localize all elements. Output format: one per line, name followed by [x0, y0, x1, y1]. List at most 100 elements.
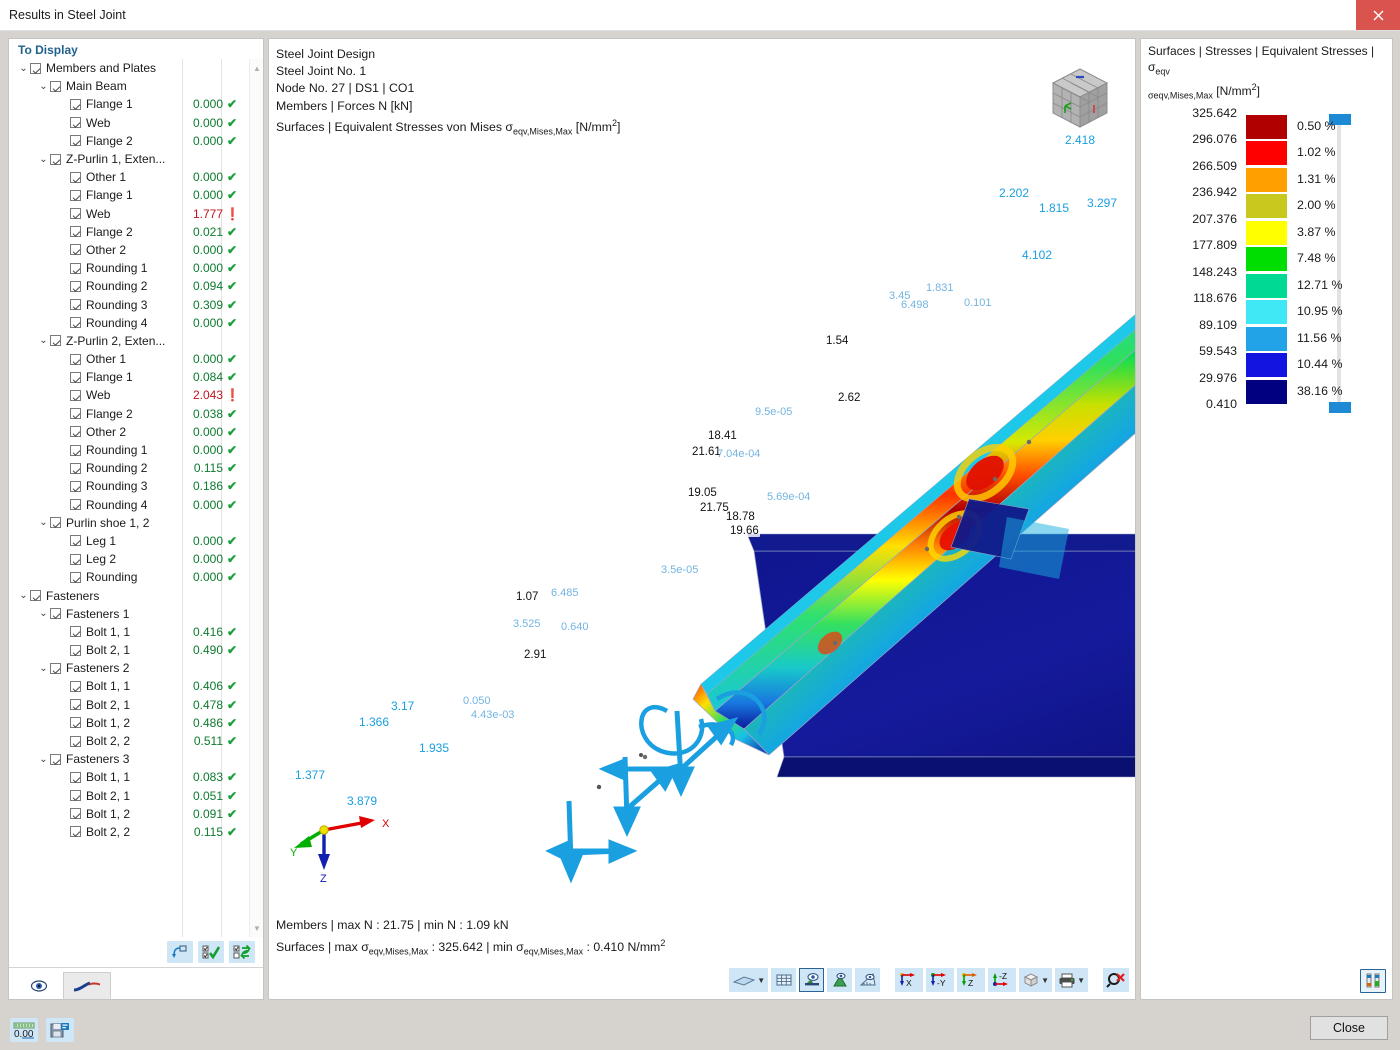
tree-checkbox[interactable]: [70, 808, 81, 820]
decimal-places-button[interactable]: 0.00: [10, 1018, 38, 1042]
tree-checkbox[interactable]: [70, 226, 81, 238]
select-all-button[interactable]: [198, 941, 224, 963]
tab-visibility[interactable]: [15, 972, 63, 999]
print-button[interactable]: ▼: [1055, 968, 1088, 992]
tree-row[interactable]: Rounding 2 0.094 ✔: [9, 277, 249, 295]
tree-checkbox[interactable]: [50, 517, 61, 529]
tree-checkbox[interactable]: [70, 571, 81, 583]
view-results-button[interactable]: [799, 968, 825, 992]
legend-color-swatch[interactable]: [1245, 299, 1288, 326]
tree-checkbox[interactable]: [50, 753, 61, 765]
legend-color-swatch[interactable]: [1245, 352, 1288, 379]
tree-checkbox[interactable]: [50, 608, 61, 620]
tree-checkbox[interactable]: [70, 353, 81, 365]
tree-row[interactable]: Web 0.000 ✔: [9, 114, 249, 132]
view-y-button[interactable]: -Y: [926, 968, 955, 992]
tree-row[interactable]: Flange 2 0.038 ✔: [9, 405, 249, 423]
tree-row[interactable]: ⌄ Fasteners 3: [9, 750, 249, 768]
tree-row[interactable]: ⌄ Purlin shoe 1, 2: [9, 514, 249, 532]
tree-row[interactable]: ⌄ Fasteners: [9, 586, 249, 604]
tree-row[interactable]: Other 2 0.000 ✔: [9, 241, 249, 259]
chevron-down-icon[interactable]: ⌄: [17, 590, 30, 601]
tree-checkbox[interactable]: [30, 62, 41, 74]
tree-row[interactable]: Leg 2 0.000 ✔: [9, 550, 249, 568]
tree-checkbox[interactable]: [50, 335, 61, 347]
tree-row[interactable]: Flange 1 0.000 ✔: [9, 95, 249, 113]
tree-checkbox[interactable]: [70, 626, 81, 638]
tree-checkbox[interactable]: [50, 153, 61, 165]
tree-row[interactable]: Bolt 1, 1 0.416 ✔: [9, 623, 249, 641]
grid-button[interactable]: [771, 968, 797, 992]
tree-checkbox[interactable]: [70, 135, 81, 147]
tree-checkbox[interactable]: [70, 535, 81, 547]
tree-row[interactable]: ⌄ Main Beam: [9, 77, 249, 95]
invert-selection-button[interactable]: [229, 941, 255, 963]
view-x-button[interactable]: X: [895, 968, 924, 992]
lighting-button[interactable]: [827, 968, 853, 992]
save-results-button[interactable]: [46, 1018, 74, 1042]
tree-checkbox[interactable]: [70, 299, 81, 311]
chevron-down-icon[interactable]: ⌄: [37, 754, 50, 765]
tree-checkbox[interactable]: [70, 244, 81, 256]
tree-row[interactable]: ⌄ Z-Purlin 1, Exten...: [9, 150, 249, 168]
tree-row[interactable]: Other 2 0.000 ✔: [9, 423, 249, 441]
tree-checkbox[interactable]: [70, 644, 81, 656]
view-navigation-cube[interactable]: [1043, 61, 1117, 135]
tree-checkbox[interactable]: [50, 80, 61, 92]
tree-row[interactable]: Rounding 1 0.000 ✔: [9, 259, 249, 277]
tree-checkbox[interactable]: [70, 189, 81, 201]
tree-checkbox[interactable]: [70, 480, 81, 492]
tree-checkbox[interactable]: [70, 553, 81, 565]
tree-row[interactable]: Bolt 1, 1 0.083 ✔: [9, 768, 249, 786]
tree-checkbox[interactable]: [70, 117, 81, 129]
tree-checkbox[interactable]: [70, 462, 81, 474]
tree-row[interactable]: Flange 2 0.021 ✔: [9, 223, 249, 241]
render-mode-button[interactable]: ▼: [729, 968, 769, 992]
tree-checkbox[interactable]: [70, 771, 81, 783]
chevron-down-icon[interactable]: ⌄: [37, 663, 50, 674]
tree-checkbox[interactable]: [70, 262, 81, 274]
tree-row[interactable]: Bolt 1, 2 0.486 ✔: [9, 714, 249, 732]
tree-row[interactable]: Bolt 1, 1 0.406 ✔: [9, 677, 249, 695]
tree-row[interactable]: Rounding 2 0.115 ✔: [9, 459, 249, 477]
tree-row[interactable]: Bolt 2, 2 0.115 ✔: [9, 823, 249, 841]
tree-row[interactable]: Bolt 2, 1 0.478 ✔: [9, 696, 249, 714]
tree-row[interactable]: Leg 1 0.000 ✔: [9, 532, 249, 550]
tree-checkbox[interactable]: [70, 426, 81, 438]
tree-row[interactable]: Rounding 3 0.309 ✔: [9, 295, 249, 313]
tree-checkbox[interactable]: [70, 717, 81, 729]
tab-result-diagram[interactable]: [63, 972, 111, 999]
view-z-button[interactable]: Z: [957, 968, 986, 992]
tree-row[interactable]: ⌄ Members and Plates: [9, 59, 249, 77]
tree-row[interactable]: Rounding 3 0.186 ✔: [9, 477, 249, 495]
chevron-down-icon[interactable]: ⌄: [37, 81, 50, 92]
tree-row[interactable]: Rounding 0.000 ✔: [9, 568, 249, 586]
tree-row[interactable]: Other 1 0.000 ✔: [9, 350, 249, 368]
legend-color-swatch[interactable]: [1245, 140, 1288, 167]
tree-row[interactable]: Flange 2 0.000 ✔: [9, 132, 249, 150]
legend-settings-button[interactable]: [1360, 969, 1386, 993]
tree-checkbox[interactable]: [70, 680, 81, 692]
tree-row[interactable]: Bolt 2, 2 0.511 ✔: [9, 732, 249, 750]
chevron-down-icon[interactable]: ⌄: [37, 608, 50, 619]
legend-color-swatch[interactable]: [1245, 246, 1288, 273]
legend-color-swatch[interactable]: [1245, 166, 1288, 193]
legend-color-swatch[interactable]: [1245, 113, 1288, 140]
legend-color-swatch[interactable]: [1245, 378, 1288, 405]
tree-checkbox[interactable]: [70, 790, 81, 802]
view-zz-button[interactable]: -Z: [988, 968, 1017, 992]
tree-checkbox[interactable]: [70, 699, 81, 711]
tree-checkbox[interactable]: [70, 735, 81, 747]
tree-row[interactable]: ⌄ Fasteners 2: [9, 659, 249, 677]
tree-row[interactable]: Flange 1 0.000 ✔: [9, 186, 249, 204]
tree-checkbox[interactable]: [70, 98, 81, 110]
iso-view-button[interactable]: ▼: [1019, 968, 1053, 992]
tree-checkbox[interactable]: [70, 280, 81, 292]
legend-color-swatch[interactable]: [1245, 325, 1288, 352]
reset-selection-button[interactable]: [167, 941, 193, 963]
tree-row[interactable]: Flange 1 0.084 ✔: [9, 368, 249, 386]
tree-scrollbar[interactable]: ▲ ▼: [249, 59, 263, 937]
tree-row[interactable]: Web 2.043 ❗: [9, 386, 249, 404]
tree-row[interactable]: Bolt 2, 1 0.490 ✔: [9, 641, 249, 659]
tree-row[interactable]: Bolt 2, 1 0.051 ✔: [9, 787, 249, 805]
